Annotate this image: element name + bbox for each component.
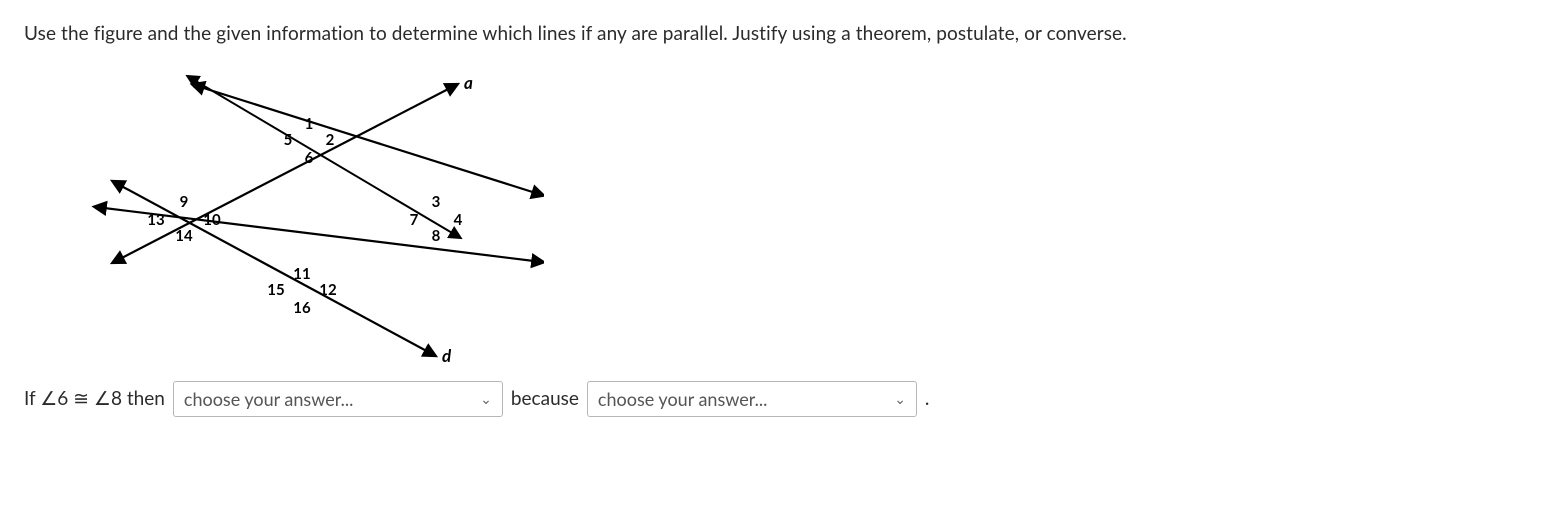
- question-prefix: If ∠6 ≅ ∠8 then: [24, 387, 165, 410]
- angle-4: 4: [454, 211, 463, 229]
- answer-row: If ∠6 ≅ ∠8 then choose your answer... ⌄ …: [24, 381, 1532, 417]
- angle-5: 5: [284, 131, 293, 149]
- angle-14: 14: [175, 227, 193, 245]
- figure-svg: a b c d 1 2 5 6 3 4 7 8 9 10 13: [64, 67, 544, 367]
- angle-7: 7: [410, 211, 419, 229]
- angle-16: 16: [293, 299, 311, 317]
- angle-1: 1: [305, 115, 314, 133]
- angle-15: 15: [267, 281, 284, 299]
- angle-11: 11: [293, 265, 310, 283]
- answer-select-1[interactable]: choose your answer... ⌄: [173, 381, 503, 417]
- chevron-down-icon: ⌄: [894, 390, 906, 408]
- instructions-text: Use the figure and the given information…: [24, 20, 1532, 49]
- angle-9: 9: [180, 193, 189, 211]
- angle-3: 3: [432, 193, 441, 211]
- angle-6: 6: [305, 149, 314, 167]
- sentence-period: .: [925, 387, 929, 410]
- geometry-figure: a b c d 1 2 5 6 3 4 7 8 9 10 13: [64, 67, 544, 367]
- answer-select-2-placeholder: choose your answer...: [598, 388, 767, 410]
- chevron-down-icon: ⌄: [480, 390, 492, 408]
- angle-8: 8: [432, 227, 441, 245]
- angle-10: 10: [203, 211, 221, 229]
- answer-select-1-placeholder: choose your answer...: [184, 388, 353, 410]
- answer-select-2[interactable]: choose your answer... ⌄: [587, 381, 917, 417]
- angle-2: 2: [326, 131, 335, 149]
- figure-wrap: a b c d 1 2 5 6 3 4 7 8 9 10 13: [24, 67, 1532, 367]
- line-label-a: a: [464, 72, 473, 93]
- angle-13: 13: [147, 211, 164, 229]
- question-mid: because: [511, 387, 579, 410]
- line-label-d: d: [442, 345, 452, 366]
- angle-12: 12: [319, 281, 337, 299]
